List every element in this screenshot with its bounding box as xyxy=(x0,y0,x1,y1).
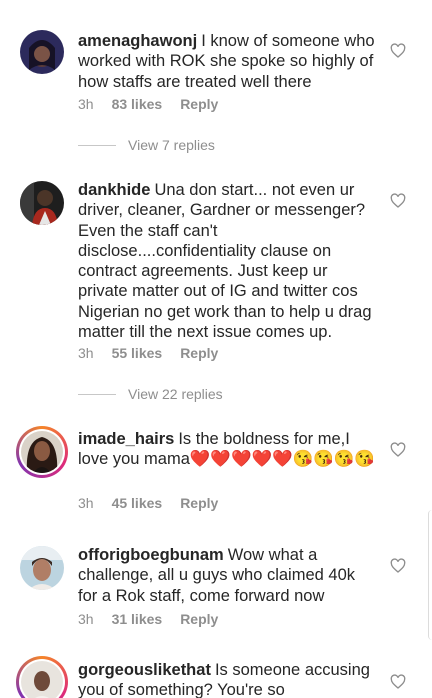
avatar[interactable] xyxy=(16,656,68,698)
comment-meta: 3h 55 likes Reply xyxy=(78,345,236,361)
reply-button[interactable]: Reply xyxy=(180,345,218,361)
comment-time: 3h xyxy=(78,96,94,112)
avatar[interactable] xyxy=(20,30,64,74)
comment-body: amenaghawonj I know of someone who worked… xyxy=(78,31,378,92)
comment-body: gorgeouslikethat Is someone accusing you … xyxy=(78,660,378,698)
heart-outline-icon[interactable] xyxy=(390,442,406,458)
comment-body: dankhide Una don start... not even ur dri… xyxy=(78,180,378,342)
comment-time: 3h xyxy=(78,345,94,361)
heart-outline-icon[interactable] xyxy=(390,558,406,574)
heart-outline-icon[interactable] xyxy=(390,193,406,209)
comment-username[interactable]: dankhide xyxy=(78,181,150,199)
scrollbar[interactable] xyxy=(428,510,432,640)
comment-username[interactable]: offorigboegbunam xyxy=(78,546,224,564)
comment-likes[interactable]: 45 likes xyxy=(112,495,163,511)
reply-button[interactable]: Reply xyxy=(180,96,218,112)
avatar[interactable] xyxy=(20,546,64,590)
comment-text: Una don start... not even ur driver, cle… xyxy=(78,181,372,342)
comment-body: imade_hairs Is the boldness for me,I love… xyxy=(78,429,378,470)
divider xyxy=(78,144,116,146)
comment-likes[interactable]: 31 likes xyxy=(112,611,163,627)
heart-outline-icon[interactable] xyxy=(390,43,406,59)
comment-time: 3h xyxy=(78,611,94,627)
divider xyxy=(78,393,116,395)
comment-username[interactable]: imade_hairs xyxy=(78,430,174,448)
reply-button[interactable]: Reply xyxy=(180,495,218,511)
comment-meta: 3h 31 likes Reply xyxy=(78,611,236,627)
view-replies-button[interactable]: View 7 replies xyxy=(78,137,215,153)
comment-likes[interactable]: 83 likes xyxy=(112,96,163,112)
view-replies-label[interactable]: View 22 replies xyxy=(128,386,223,402)
avatar[interactable] xyxy=(16,426,68,478)
avatar[interactable] xyxy=(20,181,64,225)
heart-outline-icon[interactable] xyxy=(390,674,406,690)
comment-username[interactable]: gorgeouslikethat xyxy=(78,661,211,679)
view-replies-button[interactable]: View 22 replies xyxy=(78,386,223,402)
comment-likes[interactable]: 55 likes xyxy=(112,345,163,361)
comment-emoji: ❤️❤️❤️❤️❤️😘😘😘😘 xyxy=(189,450,375,469)
comment-body: offorigboegbunam Wow what a challenge, al… xyxy=(78,545,378,606)
comment-meta: 3h 83 likes Reply xyxy=(78,96,236,112)
comment-meta: 3h 45 likes Reply xyxy=(78,495,236,511)
comments-screen: amenaghawonj I know of someone who worked… xyxy=(0,0,432,698)
comment-username[interactable]: amenaghawonj xyxy=(78,32,197,50)
view-replies-label[interactable]: View 7 replies xyxy=(128,137,215,153)
comment-time: 3h xyxy=(78,495,94,511)
reply-button[interactable]: Reply xyxy=(180,611,218,627)
